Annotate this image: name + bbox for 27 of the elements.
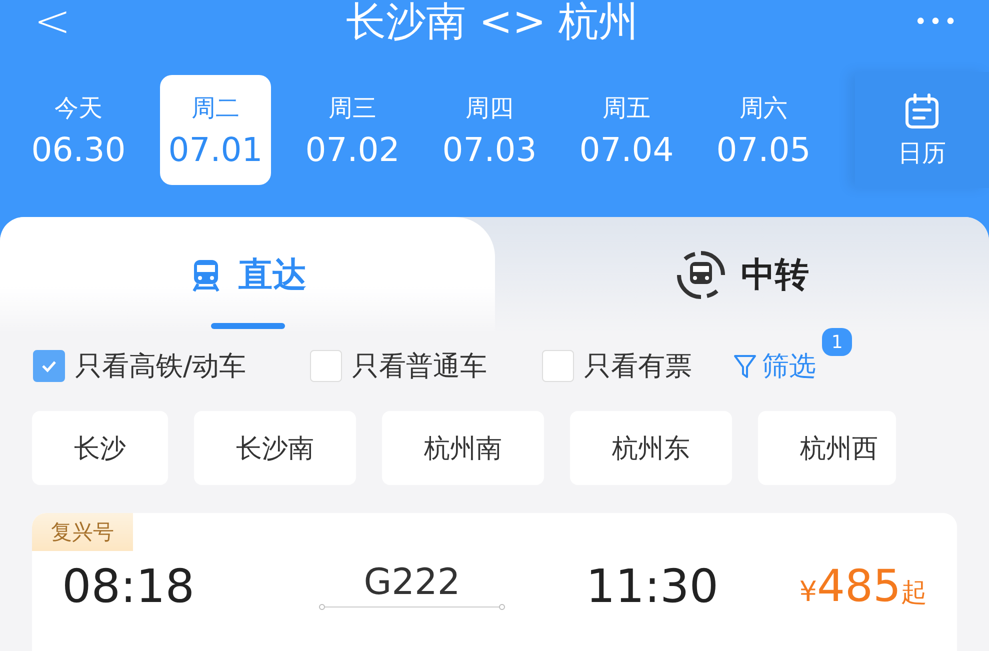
departure-time: 08:18 — [62, 559, 196, 613]
date-tab[interactable]: 周二 07.01 — [160, 75, 271, 185]
train-number: G222 — [364, 562, 460, 602]
filter-checkbox[interactable]: 只看高铁/动车 — [33, 348, 246, 384]
date-tab[interactable]: 周三 07.02 — [297, 75, 408, 185]
funnel-icon — [732, 352, 758, 380]
price: ¥485起 — [799, 560, 927, 612]
date-tab[interactable]: 今天 06.30 — [23, 75, 134, 185]
page-title: 长沙南 <> 杭州 — [346, 2, 639, 42]
station-chip[interactable]: 长沙 — [32, 411, 168, 485]
date-tab[interactable]: 周五 07.04 — [571, 75, 682, 185]
train-type-tag: 复兴号 — [32, 513, 133, 551]
filter-checkbox[interactable]: 只看普通车 — [310, 348, 488, 384]
station-chip[interactable]: 杭州西 — [758, 411, 896, 485]
back-button[interactable]: < — [34, 0, 71, 44]
station-chip[interactable]: 杭州东 — [570, 411, 732, 485]
filter-checkbox[interactable]: 只看有票 — [542, 348, 692, 384]
date-tab[interactable]: 周六 07.05 — [708, 75, 819, 185]
count-badge: 1 — [822, 328, 852, 356]
transfer-train-icon — [674, 249, 727, 301]
date-tab[interactable]: 周四 07.03 — [434, 75, 545, 185]
station-chip[interactable]: 杭州南 — [382, 411, 544, 485]
station-chip[interactable]: 长沙南 — [194, 411, 356, 485]
arrival-time: 11:30 — [586, 559, 720, 613]
calendar-button[interactable]: 日历 — [855, 72, 989, 188]
more-button[interactable]: ••• — [914, 10, 959, 34]
train-card[interactable]: 复兴号 08:18 G222 11:30 ¥485起 — [32, 513, 957, 651]
